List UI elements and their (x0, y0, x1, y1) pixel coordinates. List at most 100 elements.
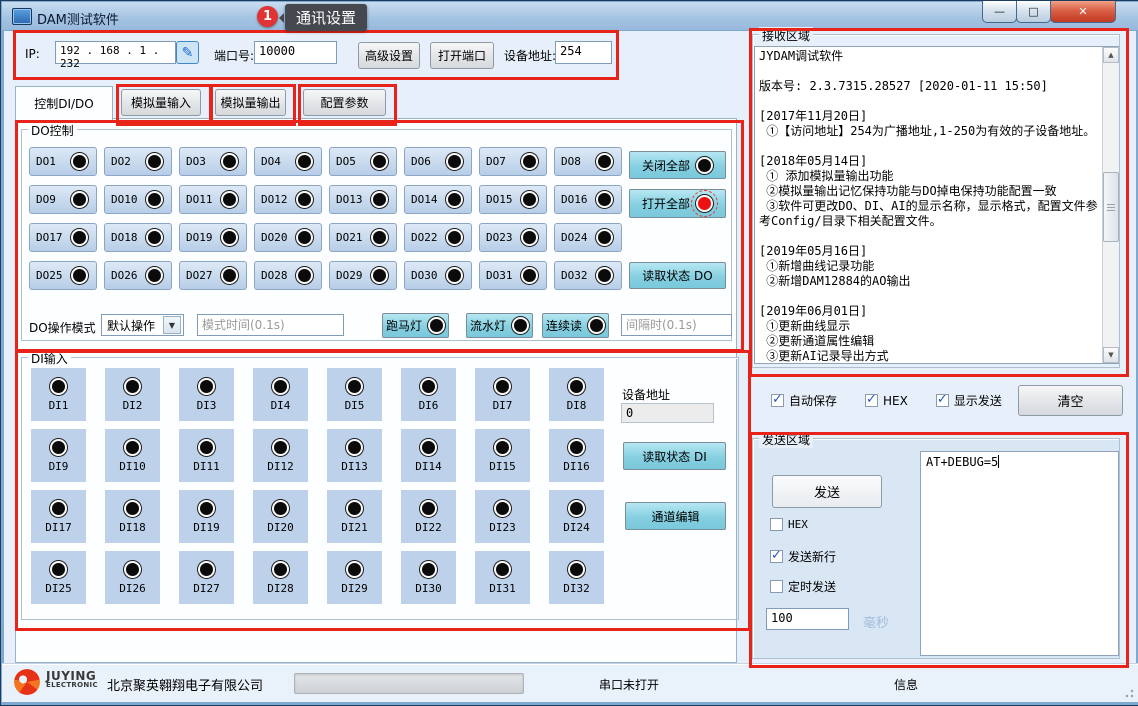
di-device-address-input[interactable]: 0 (621, 403, 714, 423)
continuous-read-button[interactable]: 连续读 (542, 313, 609, 338)
do-channel-do5[interactable]: DO5 (329, 147, 397, 176)
do-channel-do24[interactable]: DO24 (554, 223, 622, 252)
maximize-button[interactable]: □ (1016, 1, 1051, 23)
di-channel-di11[interactable]: DI11 (179, 429, 234, 482)
di-channel-di10[interactable]: DI10 (105, 429, 160, 482)
di-channel-di29[interactable]: DI29 (327, 551, 382, 604)
tab-analog-input[interactable]: 模拟量输入 (121, 89, 201, 116)
do-channel-do6[interactable]: DO6 (404, 147, 472, 176)
do-channel-do19[interactable]: DO19 (179, 223, 247, 252)
do-channel-do32[interactable]: DO32 (554, 261, 622, 290)
do-channel-do23[interactable]: DO23 (479, 223, 547, 252)
do-channel-do18[interactable]: DO18 (104, 223, 172, 252)
read-di-status-button[interactable]: 读取状态 DI (623, 442, 726, 470)
di-channel-di26[interactable]: DI26 (105, 551, 160, 604)
flow-light-button[interactable]: 流水灯 (466, 313, 533, 338)
scrollbar-thumb[interactable] (1103, 172, 1119, 242)
do-channel-do11[interactable]: DO11 (179, 185, 247, 214)
do-channel-do10[interactable]: DO10 (104, 185, 172, 214)
clear-button[interactable]: 清空 (1018, 385, 1123, 416)
do-channel-do8[interactable]: DO8 (554, 147, 622, 176)
receive-checkbox-0[interactable]: 自动保存 (771, 392, 837, 409)
di-channel-di19[interactable]: DI19 (179, 490, 234, 543)
resize-grip[interactable] (1122, 686, 1134, 698)
minimize-button[interactable]: — (982, 1, 1017, 23)
ip-input[interactable]: 192 . 168 . 1 . 232 (55, 41, 176, 64)
receive-log[interactable]: JYDAM调试软件 版本号: 2.3.7315.28527 [2020-01-1… (754, 46, 1119, 364)
ip-edit-button[interactable]: ✎ (176, 41, 199, 64)
receive-checkbox-2[interactable]: 显示发送 (936, 392, 1002, 409)
di-channel-di28[interactable]: DI28 (253, 551, 308, 604)
di-channel-di16[interactable]: DI16 (549, 429, 604, 482)
di-channel-di6[interactable]: DI6 (401, 368, 456, 421)
di-channel-di15[interactable]: DI15 (475, 429, 530, 482)
do-channel-do27[interactable]: DO27 (179, 261, 247, 290)
do-channel-do20[interactable]: DO20 (254, 223, 322, 252)
tab-config-params[interactable]: 配置参数 (303, 89, 386, 116)
di-channel-di8[interactable]: DI8 (549, 368, 604, 421)
timed-send-checkbox[interactable]: 定时发送 (770, 578, 836, 595)
di-channel-di2[interactable]: DI2 (105, 368, 160, 421)
di-channel-di24[interactable]: DI24 (549, 490, 604, 543)
do-channel-do29[interactable]: DO29 (329, 261, 397, 290)
do-channel-do3[interactable]: DO3 (179, 147, 247, 176)
do-channel-do1[interactable]: DO1 (29, 147, 97, 176)
receive-scrollbar[interactable]: ▲ ▼ (1102, 47, 1119, 363)
do-channel-do28[interactable]: DO28 (254, 261, 322, 290)
di-channel-di12[interactable]: DI12 (253, 429, 308, 482)
do-channel-do26[interactable]: DO26 (104, 261, 172, 290)
tab-analog-output[interactable]: 模拟量输出 (215, 89, 286, 116)
do-channel-do25[interactable]: DO25 (29, 261, 97, 290)
send-hex-checkbox[interactable]: HEX (770, 518, 808, 531)
send-button[interactable]: 发送 (772, 475, 882, 508)
do-channel-do22[interactable]: DO22 (404, 223, 472, 252)
di-channel-di14[interactable]: DI14 (401, 429, 456, 482)
di-channel-di25[interactable]: DI25 (31, 551, 86, 604)
scroll-up-icon[interactable]: ▲ (1103, 47, 1119, 63)
port-input[interactable]: 10000 (254, 41, 337, 64)
do-mode-select[interactable]: 默认操作▼ (101, 314, 184, 336)
do-channel-do9[interactable]: DO9 (29, 185, 97, 214)
di-channel-di13[interactable]: DI13 (327, 429, 382, 482)
di-channel-di31[interactable]: DI31 (475, 551, 530, 604)
di-channel-di4[interactable]: DI4 (253, 368, 308, 421)
di-channel-di21[interactable]: DI21 (327, 490, 382, 543)
di-channel-di20[interactable]: DI20 (253, 490, 308, 543)
di-channel-di30[interactable]: DI30 (401, 551, 456, 604)
di-channel-di1[interactable]: DI1 (31, 368, 86, 421)
di-channel-di17[interactable]: DI17 (31, 490, 86, 543)
timed-interval-input[interactable]: 100 (766, 608, 849, 630)
do-channel-do21[interactable]: DO21 (329, 223, 397, 252)
do-channel-do15[interactable]: DO15 (479, 185, 547, 214)
advanced-settings-button[interactable]: 高级设置 (358, 42, 420, 69)
di-channel-di5[interactable]: DI5 (327, 368, 382, 421)
do-channel-do13[interactable]: DO13 (329, 185, 397, 214)
di-channel-di27[interactable]: DI27 (179, 551, 234, 604)
di-channel-di23[interactable]: DI23 (475, 490, 530, 543)
open-port-button[interactable]: 打开端口 (430, 42, 494, 69)
open-all-button[interactable]: 打开全部 (629, 189, 726, 218)
di-channel-di7[interactable]: DI7 (475, 368, 530, 421)
do-channel-do4[interactable]: DO4 (254, 147, 322, 176)
marquee-button[interactable]: 跑马灯 (382, 313, 449, 338)
scroll-down-icon[interactable]: ▼ (1103, 347, 1119, 363)
tab-control-di-do[interactable]: 控制DI/DO (15, 86, 113, 120)
di-channel-di18[interactable]: DI18 (105, 490, 160, 543)
do-channel-do12[interactable]: DO12 (254, 185, 322, 214)
send-newline-checkbox[interactable]: 发送新行 (770, 548, 836, 565)
di-channel-di32[interactable]: DI32 (549, 551, 604, 604)
do-channel-do14[interactable]: DO14 (404, 185, 472, 214)
device-address-input[interactable]: 254 (555, 41, 612, 64)
do-channel-do2[interactable]: DO2 (104, 147, 172, 176)
do-channel-do30[interactable]: DO30 (404, 261, 472, 290)
di-channel-di9[interactable]: DI9 (31, 429, 86, 482)
do-channel-do31[interactable]: DO31 (479, 261, 547, 290)
read-do-status-button[interactable]: 读取状态 DO (629, 262, 726, 289)
channel-edit-button[interactable]: 通道编辑 (625, 502, 726, 530)
close-all-button[interactable]: 关闭全部 (629, 151, 726, 179)
receive-checkbox-1[interactable]: HEX (865, 394, 908, 408)
close-button[interactable]: ✕ (1050, 1, 1116, 23)
send-content-input[interactable]: AT+DEBUG=5 (920, 451, 1119, 656)
mode-time-input[interactable]: 模式时间(0.1s) (197, 314, 344, 336)
do-channel-do17[interactable]: DO17 (29, 223, 97, 252)
